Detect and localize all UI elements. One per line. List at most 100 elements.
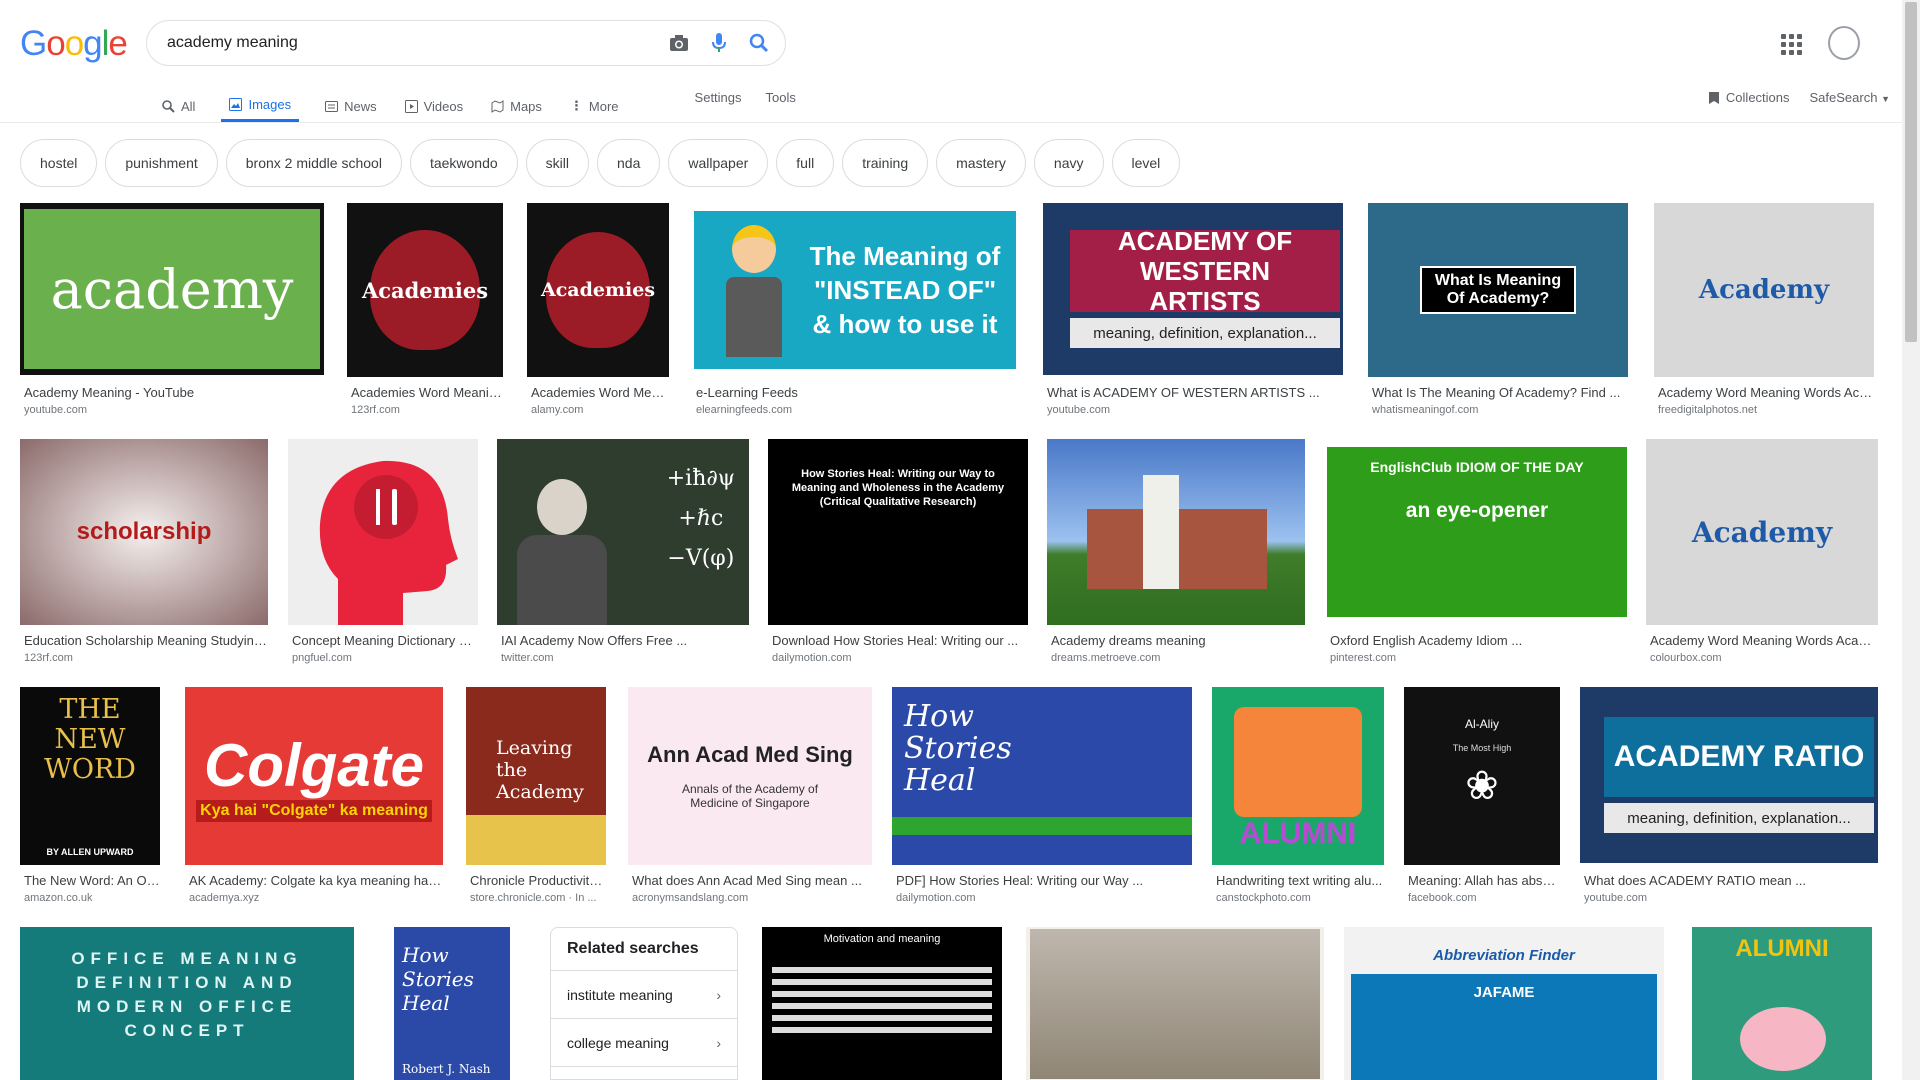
- image-result[interactable]: scholarship Education Scholarship Meanin…: [20, 439, 268, 669]
- result-title: The New Word: An Op...: [24, 873, 160, 888]
- thumbnail-text: ALUMNI: [1735, 935, 1829, 962]
- chip-punishment[interactable]: punishment: [105, 139, 218, 187]
- thumbnail: Academy: [1654, 203, 1874, 377]
- image-result[interactable]: How Stories Heal Robert J. Nash: [374, 927, 530, 1080]
- thumbnail: academy: [20, 203, 324, 375]
- image-result[interactable]: Academy dreams meaning dreams.metroeve.c…: [1047, 439, 1305, 669]
- image-result[interactable]: EnglishClub IDIOM OF THE DAY an eye-open…: [1326, 439, 1628, 669]
- chip-training[interactable]: training: [842, 139, 929, 187]
- image-result[interactable]: OFFICE MEANING DEFINITION AND MODERN OFF…: [20, 927, 354, 1080]
- safesearch-dropdown[interactable]: SafeSearch ▼: [1810, 90, 1890, 105]
- result-title: What does ACADEMY RATIO mean ...: [1584, 873, 1807, 888]
- tab-videos-label: Videos: [423, 98, 464, 114]
- result-title: What Is The Meaning Of Academy? Find ...: [1372, 385, 1621, 400]
- related-searches-panel: Related searches institute meaning › col…: [550, 927, 738, 1080]
- apps-grid-icon[interactable]: [1778, 31, 1802, 55]
- chip-navy[interactable]: navy: [1033, 139, 1104, 187]
- chip-level[interactable]: level: [1111, 139, 1181, 187]
- image-result[interactable]: Leaving the Academy Chronicle Productivi…: [466, 687, 606, 909]
- chip-full[interactable]: full: [776, 139, 835, 187]
- image-result[interactable]: [1026, 927, 1324, 1080]
- result-source: pngfuel.com: [292, 652, 352, 664]
- thumbnail-text: THE NEW WORD: [44, 694, 136, 785]
- related-item[interactable]: college meaning ›: [551, 1019, 737, 1067]
- tools-link[interactable]: Tools: [766, 90, 796, 105]
- result-title: Academy Word Meaning Words Acad...: [1658, 385, 1874, 400]
- image-result[interactable]: ACADEMY RATIO meaning, definition, expla…: [1580, 687, 1878, 909]
- safesearch-label: SafeSearch: [1809, 90, 1878, 105]
- thumbnail-subtext: The Most High: [1452, 743, 1512, 753]
- image-result[interactable]: Colgate Kya hai "Colgate" ka meaning AK …: [185, 687, 443, 909]
- image-result[interactable]: ALUMNI: [1692, 927, 1872, 1080]
- tab-more[interactable]: ⋮ More: [568, 84, 621, 122]
- thumbnail-subtext: meaning, definition, explanation...: [1093, 324, 1317, 342]
- camera-icon[interactable]: [667, 31, 691, 55]
- related-item[interactable]: institute meaning ›: [551, 971, 737, 1019]
- image-result[interactable]: How Stories Heal: Writing our Way to Mea…: [768, 439, 1028, 669]
- result-title: Academy Word Meaning Words Acade...: [1650, 633, 1878, 648]
- tab-all[interactable]: All: [160, 84, 197, 122]
- image-result[interactable]: Abbreviation Finder JAFAME: [1344, 927, 1664, 1080]
- thumbnail-text: Leaving the Academy: [496, 737, 584, 803]
- avatar[interactable]: [1828, 26, 1860, 60]
- result-title: Concept Meaning Dictionary D...: [292, 633, 478, 648]
- thumbnail: ALUMNI: [1212, 687, 1384, 865]
- image-result[interactable]: What Is Meaning Of Academy? What Is The …: [1368, 203, 1628, 423]
- result-source: canstockphoto.com: [1216, 892, 1311, 904]
- search-tabs: All Images News Videos Maps ⋮ More Setti…: [160, 84, 1890, 122]
- image-result[interactable]: Academy Academy Word Meaning Words Acad.…: [1654, 203, 1874, 423]
- chip-mastery[interactable]: mastery: [936, 139, 1026, 187]
- image-result[interactable]: ALUMNI Handwriting text writing alu... c…: [1212, 687, 1384, 909]
- search-input[interactable]: academy meaning: [167, 34, 651, 52]
- settings-link[interactable]: Settings: [695, 90, 742, 105]
- thumbnail-subtext: Annals of the Academy of Medicine of Sin…: [681, 782, 819, 810]
- image-result[interactable]: Motivation and meaning: [762, 927, 1002, 1080]
- refinement-chips: hostel punishment bronx 2 middle school …: [20, 139, 1181, 187]
- tab-maps[interactable]: Maps: [489, 84, 544, 122]
- search-box[interactable]: academy meaning: [146, 20, 786, 66]
- image-result[interactable]: The Meaning of "INSTEAD OF" & how to use…: [692, 203, 1018, 423]
- google-logo[interactable]: Google: [20, 24, 128, 64]
- header-divider: [0, 122, 1902, 123]
- tab-more-label: More: [588, 98, 619, 114]
- thumbnail-text: ALUMNI: [1239, 817, 1357, 850]
- image-result[interactable]: Ann Acad Med Sing Annals of the Academy …: [628, 687, 872, 909]
- image-result[interactable]: THE NEW WORD BY ALLEN UPWARD The New Wor…: [20, 687, 160, 909]
- chip-bronx-2-middle-school[interactable]: bronx 2 middle school: [225, 139, 402, 187]
- thumbnail-text: Al-Aliy: [1464, 717, 1499, 731]
- chip-nda[interactable]: nda: [597, 139, 661, 187]
- thumbnail: Motivation and meaning: [762, 927, 1002, 1080]
- chip-hostel[interactable]: hostel: [20, 139, 98, 187]
- image-result[interactable]: Academies Academies Word Meanin... 123rf…: [347, 203, 503, 423]
- result-source: elearningfeeds.com: [696, 404, 793, 416]
- page-scrollbar[interactable]: [1902, 0, 1920, 1080]
- cartoon-figure: [724, 225, 784, 365]
- search-icon[interactable]: [747, 31, 771, 55]
- image-result[interactable]: ACADEMY OF WESTERN ARTISTS meaning, defi…: [1043, 203, 1343, 423]
- image-result[interactable]: +iħ∂ψ +ℏc −V(φ) IAI Academy Now Offers Fre…: [497, 439, 749, 669]
- tab-videos[interactable]: Videos: [403, 84, 466, 122]
- tab-images[interactable]: Images: [221, 84, 300, 122]
- result-source: twitter.com: [501, 652, 554, 664]
- image-result[interactable]: Academies Academies Word Mean... alamy.c…: [527, 203, 669, 423]
- result-source: store.chronicle.com · In ...: [470, 892, 597, 904]
- chip-taekwondo[interactable]: taekwondo: [409, 139, 518, 187]
- chip-skill[interactable]: skill: [525, 139, 589, 187]
- thumbnail: What Is Meaning Of Academy?: [1368, 203, 1628, 377]
- thumbnail-text: ACADEMY RATIO: [1613, 740, 1865, 773]
- collections-link[interactable]: Collections: [1708, 90, 1790, 105]
- tab-news[interactable]: News: [323, 84, 379, 122]
- image-result[interactable]: Academy Academy Word Meaning Words Acade…: [1646, 439, 1878, 669]
- image-result[interactable]: Al-Aliy The Most High ❀ Meaning: Allah h…: [1404, 687, 1560, 909]
- image-result[interactable]: Concept Meaning Dictionary D... pngfuel.…: [288, 439, 478, 669]
- image-result[interactable]: How Stories Heal PDF] How Stories Heal: …: [892, 687, 1192, 909]
- image-result[interactable]: academy Academy Meaning - YouTube youtub…: [20, 203, 324, 423]
- result-source: acronymsandslang.com: [632, 892, 749, 904]
- chip-wallpaper[interactable]: wallpaper: [668, 139, 769, 187]
- thumbnail-text: What Is Meaning Of Academy?: [1434, 272, 1562, 307]
- thumbnail-text: EnglishClub IDIOM OF THE DAY: [1370, 459, 1584, 475]
- tab-news-label: News: [344, 98, 377, 114]
- scrollbar-thumb[interactable]: [1905, 2, 1917, 342]
- microphone-icon[interactable]: [707, 31, 731, 55]
- chevron-right-icon: ›: [716, 986, 721, 1003]
